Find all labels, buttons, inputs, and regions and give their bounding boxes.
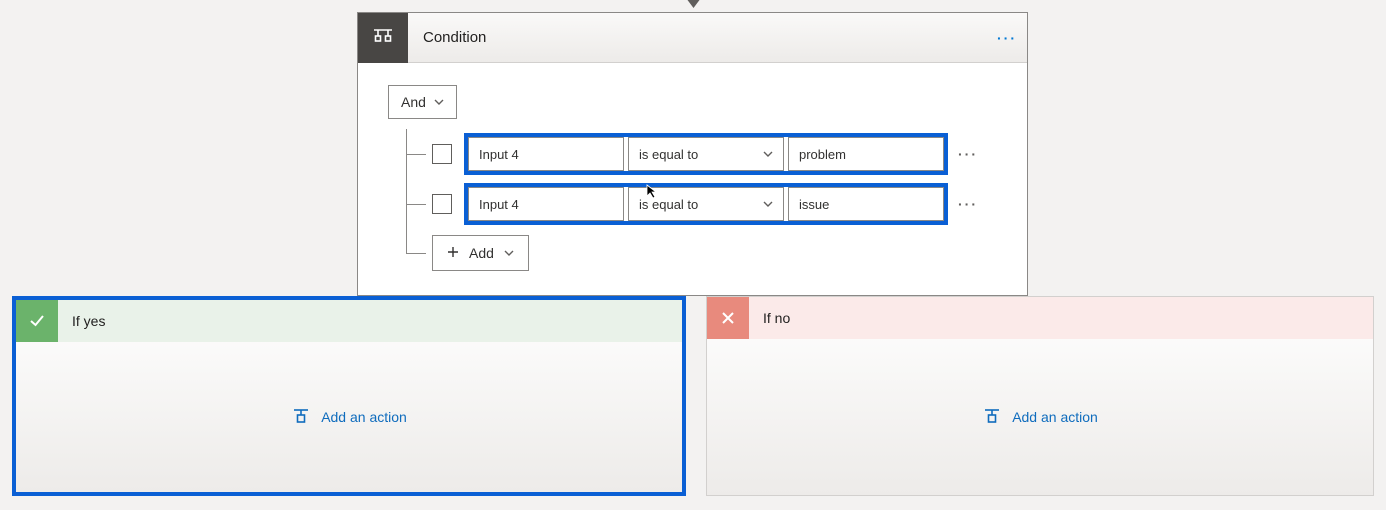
operand-right-text: issue: [799, 197, 829, 212]
close-icon: [707, 297, 749, 339]
operand-left-text: Input 4: [479, 147, 519, 162]
condition-menu-button[interactable]: ···: [987, 30, 1027, 46]
add-condition-button[interactable]: Add: [432, 235, 529, 271]
condition-header[interactable]: Condition ···: [358, 13, 1027, 63]
condition-body: And Input 4 is equal to p: [358, 63, 1027, 295]
add-action-icon: [982, 406, 1002, 429]
operator-text: is equal to: [639, 147, 698, 162]
condition-row: Input 4 is equal to problem ···: [388, 129, 997, 179]
add-row: Add: [388, 235, 997, 271]
condition-row-group: Input 4 is equal to issue: [464, 183, 948, 225]
operand-left-text: Input 4: [479, 197, 519, 212]
add-action-button[interactable]: Add an action: [291, 406, 407, 429]
tree-branch-line: [406, 154, 426, 155]
plus-icon: [447, 245, 459, 261]
branch-no-body: Add an action: [707, 339, 1373, 495]
condition-rows: Input 4 is equal to problem ··· Input 4: [388, 129, 997, 271]
add-label: Add: [469, 245, 494, 261]
branches-container: If yes Add an action If no: [12, 296, 1374, 496]
row-menu-button[interactable]: ···: [958, 196, 978, 212]
condition-card: Condition ··· And Input 4 is equa: [357, 12, 1028, 296]
operator-dropdown[interactable]: is equal to: [628, 187, 784, 221]
group-operator-dropdown[interactable]: And: [388, 85, 457, 119]
operand-right-input[interactable]: problem: [788, 137, 944, 171]
group-operator-label: And: [401, 94, 426, 110]
operand-right-text: problem: [799, 147, 846, 162]
add-action-label: Add an action: [1012, 409, 1098, 425]
condition-row-group: Input 4 is equal to problem: [464, 133, 948, 175]
connector-arrow-icon: [693, 0, 694, 10]
add-action-icon: [291, 406, 311, 429]
tree-branch-line: [406, 204, 426, 205]
add-action-button[interactable]: Add an action: [982, 406, 1098, 429]
chevron-down-icon: [504, 248, 514, 258]
add-action-label: Add an action: [321, 409, 407, 425]
condition-row: Input 4 is equal to issue ···: [388, 179, 997, 229]
operand-right-input[interactable]: issue: [788, 187, 944, 221]
row-select-checkbox[interactable]: [432, 144, 452, 164]
row-menu-button[interactable]: ···: [958, 146, 978, 162]
condition-icon: [358, 13, 408, 63]
chevron-down-icon: [763, 199, 773, 209]
operator-text: is equal to: [639, 197, 698, 212]
check-icon: [16, 300, 58, 342]
flow-canvas: Condition ··· And Input 4 is equa: [0, 0, 1386, 510]
condition-title: Condition: [408, 29, 987, 46]
operand-left-input[interactable]: Input 4: [468, 137, 624, 171]
branch-yes-header: If yes: [16, 300, 682, 342]
branch-yes[interactable]: If yes Add an action: [12, 296, 686, 496]
row-select-checkbox[interactable]: [432, 194, 452, 214]
branch-no-header: If no: [707, 297, 1373, 339]
branch-no-title: If no: [749, 310, 790, 326]
branch-no[interactable]: If no Add an action: [706, 296, 1374, 496]
branch-yes-body: Add an action: [16, 342, 682, 492]
chevron-down-icon: [434, 97, 444, 107]
branch-yes-title: If yes: [58, 313, 105, 329]
tree-branch-line: [406, 253, 426, 254]
operand-left-input[interactable]: Input 4: [468, 187, 624, 221]
operator-dropdown[interactable]: is equal to: [628, 137, 784, 171]
chevron-down-icon: [763, 149, 773, 159]
